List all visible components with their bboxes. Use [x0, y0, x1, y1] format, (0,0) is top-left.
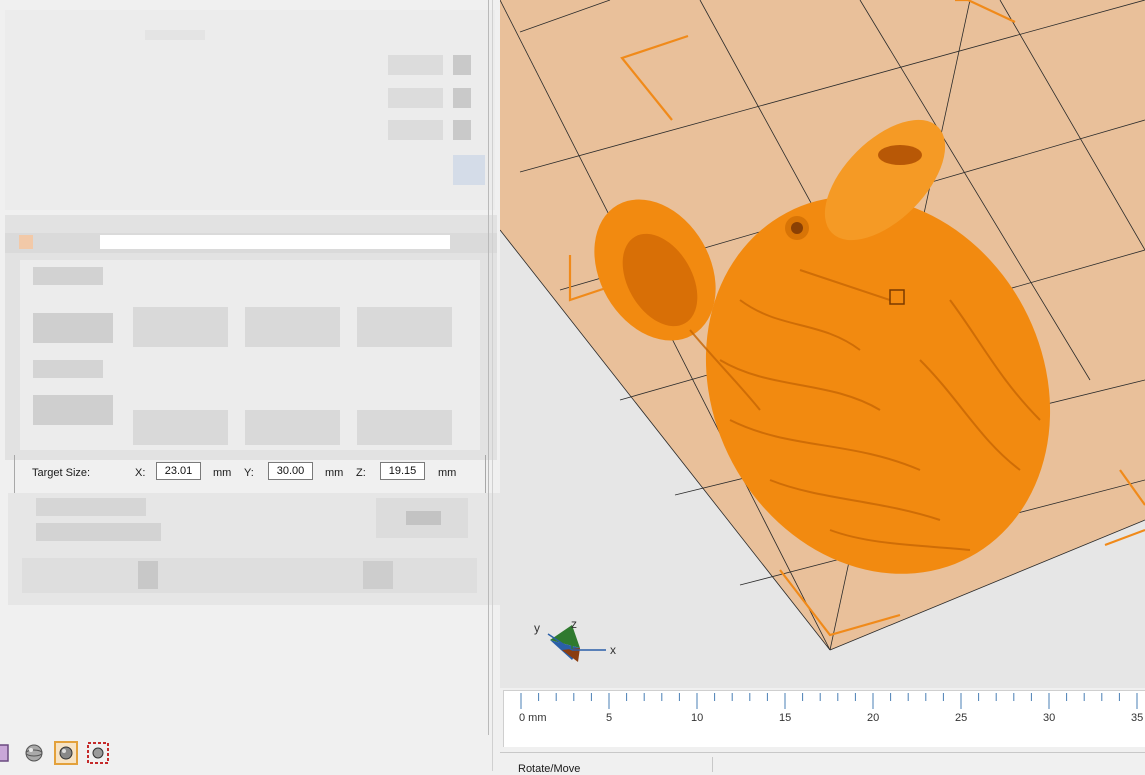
ruler-svg: 0 mm 5 10 15 20 25 30 35: [519, 693, 1143, 724]
target-size-label: Target Size:: [32, 467, 91, 479]
status-separator: [712, 757, 713, 772]
x-label: X:: [135, 467, 146, 479]
view-toolbar: [0, 741, 120, 769]
blurred-dialog-top: [5, 10, 495, 210]
panel-splitter[interactable]: [492, 0, 493, 771]
left-panel: Target Size: X: mm Y: mm Z: mm: [0, 0, 500, 771]
status-bar: Rotate/Move: [500, 752, 1145, 775]
axis-y-label: y: [534, 621, 540, 635]
target-size-row: Target Size: X: mm Y: mm Z: mm: [15, 459, 485, 489]
scene-svg: y z x: [500, 0, 1145, 662]
solid-view-icon[interactable]: [54, 741, 78, 765]
gear-grid-icon[interactable]: [86, 741, 110, 765]
x-unit-label: mm: [213, 467, 232, 479]
blurred-dialog-footer: [8, 493, 500, 605]
ruler-tick-label: 5: [606, 712, 612, 724]
layer-view-icon[interactable]: [0, 741, 18, 765]
y-label: Y:: [244, 467, 254, 479]
ruler-tick-label: 20: [867, 712, 879, 724]
y-unit-label: mm: [325, 467, 344, 479]
target-y-input[interactable]: [268, 462, 313, 480]
scale-ruler: 0 mm 5 10 15 20 25 30 35: [503, 690, 1145, 747]
ruler-tick-label: 30: [1043, 712, 1055, 724]
sphere-icon[interactable]: [22, 741, 46, 765]
z-unit-label: mm: [438, 467, 457, 479]
panel-divider: [488, 0, 489, 735]
axis-z-label: z: [571, 617, 577, 631]
ruler-tick-label: 25: [955, 712, 967, 724]
ruler-tick-label: 15: [779, 712, 791, 724]
3d-viewport[interactable]: y z x: [500, 0, 1145, 688]
ruler-tick-label: 0 mm: [519, 712, 547, 724]
target-x-input[interactable]: [156, 462, 201, 480]
ruler-tick-label: 10: [691, 712, 703, 724]
status-mode-text: Rotate/Move: [518, 763, 581, 775]
axis-triad: [547, 625, 606, 662]
axis-x-label: x: [610, 643, 616, 657]
ruler-tick-label: 35: [1131, 712, 1143, 724]
target-z-input[interactable]: [380, 462, 425, 480]
z-label: Z:: [356, 467, 366, 479]
blurred-dialog-body: [5, 215, 497, 460]
